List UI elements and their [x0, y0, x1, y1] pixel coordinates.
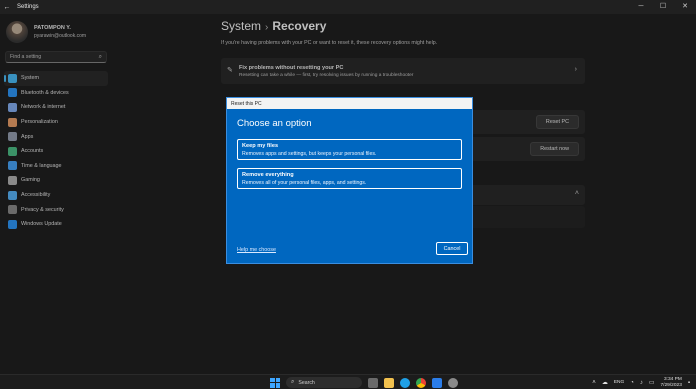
dialog-title-bar: Reset this PC	[227, 98, 472, 109]
minimize-icon[interactable]: ─	[630, 0, 652, 14]
settings-gear-icon[interactable]	[448, 377, 458, 388]
search-icon: ⌕	[291, 379, 295, 385]
reset-dialog: Reset this PC Choose an option Keep my f…	[226, 97, 473, 264]
clock-time: 3:34 PM	[663, 377, 682, 382]
option-title: Remove everything	[242, 172, 294, 178]
start-button[interactable]	[270, 377, 280, 388]
volume-icon[interactable]: ♪	[640, 380, 643, 386]
option-title: Keep my files	[242, 143, 279, 149]
taskbar-search[interactable]: ⌕ Search	[286, 377, 362, 388]
help-me-choose-link[interactable]: Help me choose	[237, 247, 276, 253]
taskbar-search-label: Search	[298, 379, 315, 386]
taskbar: ⌕ Search ˄ ☁ ENG ◔ ♪ ▭ 3:34 PM 7/29/2023…	[0, 374, 696, 389]
title-bar: ← Settings	[0, 0, 696, 14]
wifi-icon[interactable]: ◔	[630, 380, 634, 386]
maximize-icon[interactable]: ☐	[652, 0, 674, 14]
file-explorer-icon[interactable]	[384, 377, 394, 388]
task-view-icon[interactable]	[368, 377, 378, 388]
keep-my-files-option[interactable]: Keep my files Removes apps and settings,…	[237, 139, 462, 160]
close-icon[interactable]: ✕	[674, 0, 696, 14]
clock[interactable]: 3:34 PM 7/29/2023	[661, 377, 682, 388]
system-tray: ˄ ☁ ENG ◔ ♪ ▭ 3:34 PM 7/29/2023 ▪	[586, 377, 690, 388]
chevron-up-icon[interactable]: ˄	[592, 380, 596, 386]
clock-date: 7/29/2023	[660, 382, 682, 388]
battery-icon[interactable]: ▭	[649, 379, 655, 386]
window-title: Settings	[17, 4, 39, 10]
option-description: Removes all of your personal files, apps…	[242, 180, 367, 186]
store-icon[interactable]	[432, 377, 442, 388]
edge-icon[interactable]	[400, 377, 410, 388]
option-description: Removes apps and settings, but keeps you…	[242, 151, 377, 157]
cloud-icon[interactable]: ☁	[602, 379, 608, 386]
dialog-title: Reset this PC	[231, 100, 262, 107]
window-controls: ─ ☐ ✕	[630, 0, 696, 14]
dialog-heading: Choose an option	[237, 118, 312, 129]
lang-indicator[interactable]: ENG	[614, 380, 624, 385]
notification-icon[interactable]: ▪	[688, 380, 690, 386]
chrome-icon[interactable]	[416, 377, 426, 388]
cancel-button[interactable]: Cancel	[436, 242, 468, 255]
remove-everything-option[interactable]: Remove everything Removes all of your pe…	[237, 168, 462, 189]
back-arrow-icon[interactable]: ←	[0, 4, 14, 11]
